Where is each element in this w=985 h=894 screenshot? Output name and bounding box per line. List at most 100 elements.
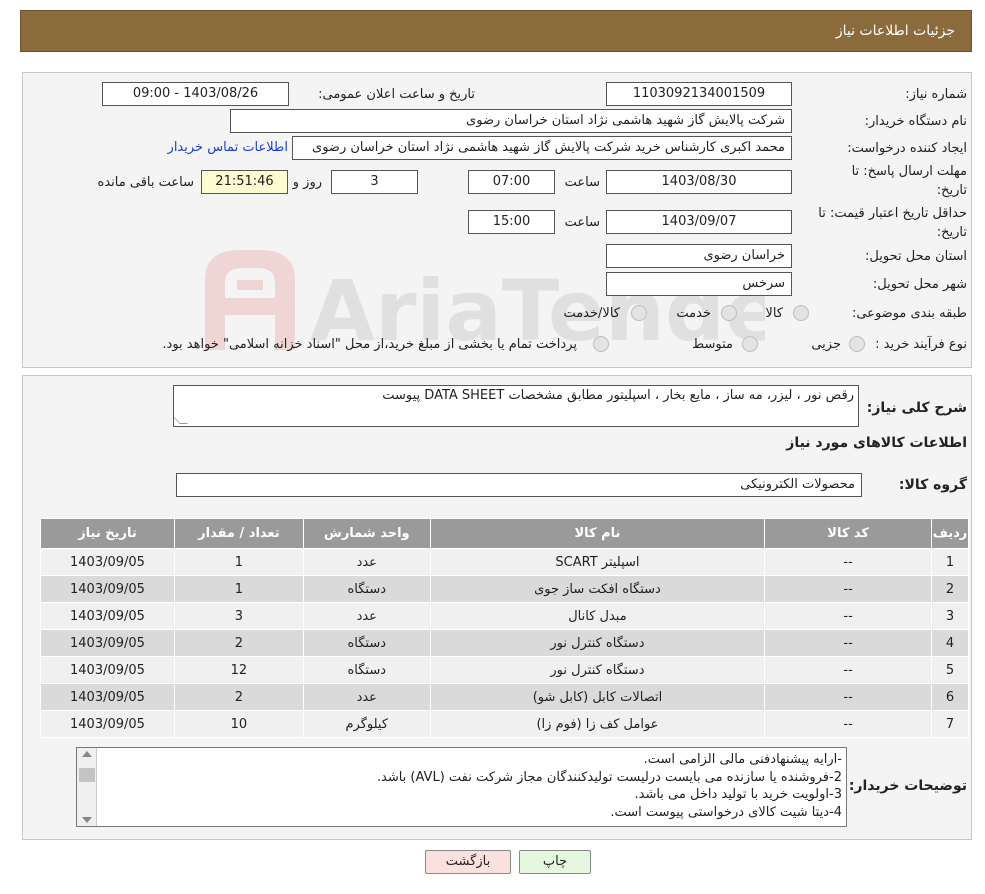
buyer-notes-textarea[interactable]: -ارایه پیشنهادفنی مالی الزامی است. 2-فرو… <box>76 747 847 827</box>
col-row-header: ردیف <box>931 518 969 549</box>
cell-unit: دستگاه <box>302 656 431 684</box>
table-row: 7 -- عوامل کف زا (فوم زا) کیلوگرم 10 140… <box>40 710 969 738</box>
deadline-date-field: 1403/08/30 <box>606 170 792 194</box>
cell-name: عوامل کف زا (فوم زا) <box>429 710 766 738</box>
note-line-3: 3-اولویت خرید با تولید داخل می باشد. <box>634 787 843 802</box>
notes-scrollbar[interactable] <box>77 748 97 826</box>
cell-name: دستگاه کنترل نور <box>429 656 766 684</box>
cell-date: 1403/09/05 <box>40 548 175 576</box>
creator-label: ایجاد کننده درخواست: <box>847 141 967 156</box>
summary-label: شرح کلی نیاز: <box>866 400 967 416</box>
back-button[interactable]: بازگشت <box>425 850 511 874</box>
items-table: ردیف کد کالا نام کالا واحد شمارش تعداد /… <box>40 518 969 738</box>
category-radio-goods-service[interactable] <box>631 305 647 321</box>
table-row: 3 -- مبدل کانال عدد 3 1403/09/05 <box>40 602 969 630</box>
summary-textarea[interactable]: رقص نور ، لیزر، مه ساز ، مایع بخار ، اسپ… <box>173 385 859 427</box>
note-line-4: 4-دیتا شیت کالای درخواستی پیوست است. <box>610 804 842 820</box>
cell-qty: 10 <box>173 710 304 738</box>
days-label: روز و <box>292 175 322 190</box>
goods-info-title: اطلاعات کالاهای مورد نیاز <box>786 435 967 451</box>
table-header-row: ردیف کد کالا نام کالا واحد شمارش تعداد /… <box>40 518 969 549</box>
scroll-down-icon[interactable] <box>82 817 92 823</box>
city-label: شهر محل تحویل: <box>872 277 967 292</box>
cell-qty: 1 <box>173 548 304 576</box>
col-unit-header: واحد شمارش <box>302 518 431 549</box>
category-radio-goods[interactable] <box>793 305 809 321</box>
table-row: 6 -- اتصالات کابل (کابل شو) عدد 2 1403/0… <box>40 683 969 711</box>
scroll-up-icon[interactable] <box>82 751 92 757</box>
cell-code: -- <box>764 629 933 657</box>
process-label: نوع فرآیند خرید : <box>875 337 967 352</box>
treasury-note: پرداخت تمام یا بخشی از مبلغ خرید،از محل … <box>162 337 577 352</box>
validity-time-label: ساعت <box>564 215 600 230</box>
deadline-time-field: 07:00 <box>468 170 555 194</box>
days-field: 3 <box>331 170 418 194</box>
col-code-header: کد کالا <box>764 518 933 549</box>
cell-qty: 3 <box>173 602 304 630</box>
cell-name: اتصالات کابل (کابل شو) <box>429 683 766 711</box>
cell-unit: کیلوگرم <box>302 710 431 738</box>
summary-text: رقص نور ، لیزر، مه ساز ، مایع بخار ، اسپ… <box>382 388 854 403</box>
resize-grip-icon[interactable] <box>174 416 188 424</box>
buyer-org-field: شرکت پالایش گاز شهید هاشمی نژاد استان خر… <box>230 109 792 133</box>
need-number-field: 1103092134001509 <box>606 82 792 106</box>
cell-code: -- <box>764 710 933 738</box>
col-qty-header: تعداد / مقدار <box>173 518 304 549</box>
cell-row: 6 <box>931 683 969 711</box>
cell-qty: 2 <box>173 629 304 657</box>
col-date-header: تاریخ نیاز <box>40 518 175 549</box>
cell-date: 1403/09/05 <box>40 629 175 657</box>
validity-time-field: 15:00 <box>468 210 555 234</box>
province-field: خراسان رضوی <box>606 244 792 268</box>
note-line-2: 2-فروشنده یا سازنده می بایست درلیست تولی… <box>376 769 842 785</box>
cell-date: 1403/09/05 <box>40 656 175 684</box>
treasury-checkbox[interactable] <box>593 336 609 352</box>
table-row: 4 -- دستگاه کنترل نور دستگاه 2 1403/09/0… <box>40 629 969 657</box>
process-radio-medium[interactable] <box>742 336 758 352</box>
cell-code: -- <box>764 656 933 684</box>
cell-date: 1403/09/05 <box>40 602 175 630</box>
category-radio-service[interactable] <box>721 305 737 321</box>
note-line-1: -ارایه پیشنهادفنی مالی الزامی است. <box>643 752 842 767</box>
cell-code: -- <box>764 683 933 711</box>
page-title: جزئیات اطلاعات نیاز <box>835 23 955 39</box>
cell-row: 1 <box>931 548 969 576</box>
buyer-notes-label: توضیحات خریدار: <box>848 778 967 794</box>
cell-qty: 12 <box>173 656 304 684</box>
cell-unit: عدد <box>302 602 431 630</box>
deadline-label-line2: تاریخ: <box>936 183 967 198</box>
cell-name: مبدل کانال <box>429 602 766 630</box>
deadline-label-line1: مهلت ارسال پاسخ: تا <box>851 164 967 179</box>
category-option-service: خدمت <box>676 306 711 321</box>
process-radio-minor[interactable] <box>849 336 865 352</box>
scroll-thumb[interactable] <box>79 768 95 782</box>
process-option-minor: جزیی <box>811 337 841 352</box>
cell-qty: 1 <box>173 575 304 603</box>
need-number-label: شماره نیاز: <box>905 87 967 102</box>
table-row: 2 -- دستگاه افکت ساز جوی دستگاه 1 1403/0… <box>40 575 969 603</box>
cell-row: 3 <box>931 602 969 630</box>
city-field: سرخس <box>606 272 792 296</box>
cell-name: اسپلیتر SCART <box>429 548 766 576</box>
buyer-contact-link[interactable]: اطلاعات تماس خریدار <box>168 140 288 155</box>
cell-row: 7 <box>931 710 969 738</box>
goods-group-field: محصولات الکترونیکی <box>176 473 862 497</box>
cell-date: 1403/09/05 <box>40 575 175 603</box>
validity-label-line2: تاریخ: <box>936 225 967 240</box>
cell-name: دستگاه افکت ساز جوی <box>429 575 766 603</box>
cell-row: 4 <box>931 629 969 657</box>
cell-code: -- <box>764 575 933 603</box>
cell-unit: عدد <box>302 548 431 576</box>
page-header: جزئیات اطلاعات نیاز <box>20 10 972 52</box>
remaining-label: ساعت باقی مانده <box>97 175 194 190</box>
buyer-org-label: نام دستگاه خریدار: <box>864 114 967 129</box>
category-label: طبقه بندی موضوعی: <box>851 306 967 321</box>
cell-name: دستگاه کنترل نور <box>429 629 766 657</box>
validity-label-line1: حداقل تاریخ اعتبار قیمت: تا <box>818 206 967 221</box>
cell-row: 5 <box>931 656 969 684</box>
print-button[interactable]: چاپ <box>519 850 591 874</box>
remaining-time-field: 21:51:46 <box>201 170 288 194</box>
col-name-header: نام کالا <box>429 518 766 549</box>
goods-group-label: گروه کالا: <box>898 477 967 493</box>
cell-unit: دستگاه <box>302 575 431 603</box>
